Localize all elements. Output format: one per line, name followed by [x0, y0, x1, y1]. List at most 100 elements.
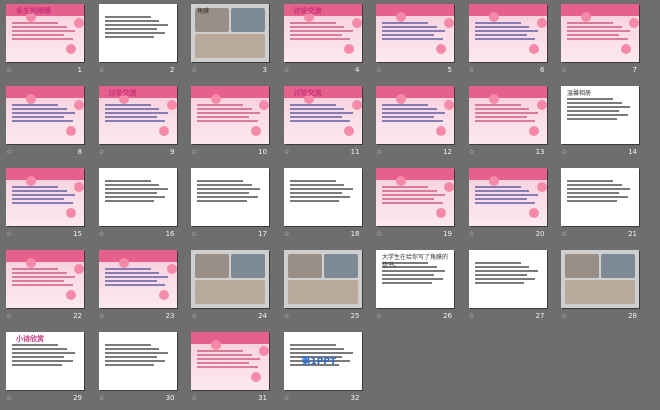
- slide-thumbnail[interactable]: 7 ☆: [557, 2, 643, 82]
- slide-canvas[interactable]: 讨论交流: [283, 86, 362, 144]
- slide-canvas[interactable]: [468, 86, 547, 144]
- slide-thumbnail[interactable]: 13 ☆: [465, 84, 551, 164]
- slide-canvas[interactable]: [376, 86, 454, 144]
- text-line: [12, 112, 76, 114]
- slide-thumbnail[interactable]: 角膜 3 ☆: [187, 2, 273, 82]
- slide-thumbnail[interactable]: 21 ☆: [557, 166, 643, 246]
- text-line: [567, 200, 617, 202]
- slide-thumbnail[interactable]: 讨论交流 9 ☆: [95, 84, 181, 164]
- photo-block: [195, 280, 265, 304]
- slide-canvas[interactable]: [376, 4, 454, 62]
- slide-thumbnail[interactable]: 第1PPT 32 ☆: [280, 330, 366, 410]
- text-line: [104, 180, 151, 182]
- slide-canvas[interactable]: 小诗欣赏: [6, 332, 84, 390]
- slide-canvas[interactable]: [468, 168, 547, 226]
- slide-canvas[interactable]: 讨论交流: [283, 4, 362, 62]
- slide-thumbnail[interactable]: 小诗欣赏 29 ☆: [2, 330, 88, 410]
- text-line: [474, 194, 538, 196]
- slide-thumbnail[interactable]: 温馨相册 14 ☆: [557, 84, 643, 164]
- slide-number: 30: [165, 394, 175, 402]
- text-line: [104, 364, 154, 366]
- slide-thumbnail[interactable]: 19 ☆: [372, 166, 458, 246]
- slide-canvas[interactable]: [468, 250, 547, 308]
- slide-canvas[interactable]: [6, 168, 84, 226]
- flower-decoration: [251, 126, 261, 136]
- slide-canvas[interactable]: 第1PPT: [283, 332, 362, 390]
- slide-number: 31: [258, 394, 267, 402]
- slide-canvas[interactable]: [561, 168, 639, 226]
- slide-thumbnail[interactable]: 5 ☆: [372, 2, 458, 82]
- photo-block: [287, 254, 322, 278]
- slide-thumbnail[interactable]: 大学生在给你写了角膜的信书。 26 ☆: [372, 248, 458, 328]
- slide-thumbnail[interactable]: 讨论交流 11 ☆: [280, 84, 366, 164]
- text-lines: [567, 20, 633, 42]
- slide-canvas[interactable]: [98, 250, 177, 308]
- slide-thumbnail[interactable]: 2 ☆: [95, 2, 181, 82]
- text-lines: [104, 178, 171, 204]
- text-line: [474, 274, 527, 276]
- text-line: [197, 116, 250, 118]
- text-line: [567, 30, 631, 32]
- slide-number: 28: [628, 312, 637, 320]
- slide-caption: 温馨相册: [567, 90, 592, 97]
- text-line: [12, 104, 59, 106]
- slide-thumbnail[interactable]: 15 ☆: [2, 166, 88, 246]
- slide-thumbnail[interactable]: 28 ☆: [557, 248, 643, 328]
- slide-thumbnail[interactable]: 25 ☆: [280, 248, 366, 328]
- slide-canvas[interactable]: [283, 168, 362, 226]
- text-line: [197, 350, 244, 352]
- slide-canvas[interactable]: [283, 250, 362, 308]
- slide-canvas[interactable]: 温馨相册: [561, 86, 639, 144]
- slide-thumbnail[interactable]: 31 ☆: [187, 330, 273, 410]
- text-line: [12, 190, 67, 192]
- flower-decoration: [66, 126, 76, 136]
- slide-thumbnail[interactable]: 24 ☆: [187, 248, 273, 328]
- slide-thumbnail[interactable]: 30 ☆: [95, 330, 181, 410]
- slide-canvas[interactable]: [376, 168, 454, 226]
- text-lines: [12, 342, 78, 368]
- slide-canvas[interactable]: [98, 332, 177, 390]
- slide-thumbnail[interactable]: 27 ☆: [465, 248, 551, 328]
- flower-decoration: [251, 372, 261, 382]
- text-line: [104, 120, 166, 122]
- transition-icon: ☆: [6, 312, 13, 320]
- slide-title: 讨论交流: [108, 89, 137, 97]
- slide-thumbnail[interactable]: 永生的眼睛 1 ☆: [2, 2, 88, 82]
- slide-thumbnail[interactable]: 6 ☆: [465, 2, 551, 82]
- slide-thumbnail[interactable]: 23 ☆: [95, 248, 181, 328]
- text-line: [382, 26, 437, 28]
- slide-canvas[interactable]: 讨论交流: [98, 86, 177, 144]
- slide-thumbnail[interactable]: 10 ☆: [187, 84, 273, 164]
- slide-thumbnail[interactable]: 20 ☆: [465, 166, 551, 246]
- slide-header-band: [376, 4, 454, 16]
- slide-thumbnail[interactable]: 16 ☆: [95, 166, 181, 246]
- text-line: [567, 114, 628, 116]
- slide-thumbnail[interactable]: 12 ☆: [372, 84, 458, 164]
- slide-canvas[interactable]: [468, 4, 547, 62]
- slide-canvas[interactable]: [191, 332, 269, 390]
- slide-canvas[interactable]: [191, 250, 269, 308]
- slide-number: 25: [350, 312, 360, 320]
- slide-thumbnail[interactable]: 17 ☆: [187, 166, 273, 246]
- slide-thumbnail[interactable]: 讨论交流 4 ☆: [280, 2, 366, 82]
- slide-thumbnail[interactable]: 22 ☆: [2, 248, 88, 328]
- slide-canvas[interactable]: 永生的眼睛: [6, 4, 84, 62]
- slide-canvas[interactable]: [6, 250, 84, 308]
- slide-canvas[interactable]: [561, 4, 639, 62]
- slide-thumbnail[interactable]: 18 ☆: [280, 166, 366, 246]
- slide-canvas[interactable]: [191, 86, 269, 144]
- slide-number: 32: [350, 394, 360, 402]
- text-line: [289, 26, 345, 28]
- slide-canvas[interactable]: [98, 4, 177, 62]
- slide-canvas[interactable]: [6, 86, 84, 144]
- text-line: [567, 110, 620, 112]
- text-line: [474, 266, 530, 268]
- slide-canvas[interactable]: 大学生在给你写了角膜的信书。: [376, 250, 454, 308]
- slide-canvas[interactable]: [561, 250, 639, 308]
- slide-thumbnail[interactable]: 8 ☆: [2, 84, 88, 164]
- slide-canvas[interactable]: 角膜: [191, 4, 269, 62]
- text-lines: [289, 20, 356, 42]
- transition-icon: ☆: [98, 230, 105, 238]
- slide-canvas[interactable]: [98, 168, 177, 226]
- slide-canvas[interactable]: [191, 168, 269, 226]
